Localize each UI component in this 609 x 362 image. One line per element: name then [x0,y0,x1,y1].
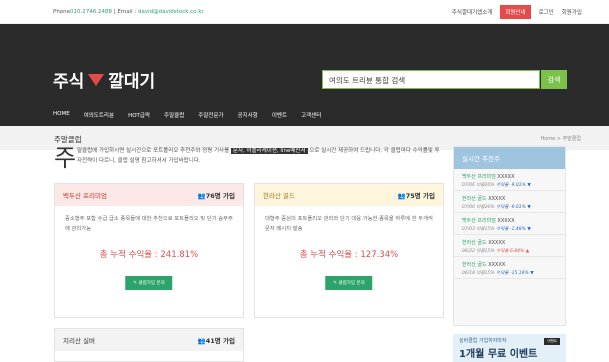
banner-subtitle: 실버클럽 가입하자마자 [459,338,507,344]
club-card-header: 백두산 프리미엄 👥76명 가입 [55,184,243,206]
top-bar: Phone010.2746.2488 | Email : david@david… [0,0,609,24]
nav-weekend-club[interactable]: 주말클럽 [164,111,184,119]
club-card-header: 한라산 골드 👥75명 가입 [255,184,443,206]
item-date: 06/18 비중15% [462,271,495,276]
members-icon: 👥 [197,337,206,345]
banner-title: 1개월 무료 이벤트 [459,349,538,360]
arrow-up-icon: ▲ [525,249,530,254]
item-date: 07/06 비중20% [462,183,495,188]
link-member-guide[interactable]: 회원안내 [500,5,531,19]
intro-body: 말클럽에 가입하시면 실시간으로 포트폴리오 추천주와 정평 기사를 문자, 어… [77,146,442,166]
member-count-text: 41명 가입 [205,337,235,345]
search-input[interactable]: 여의도 트리뷴 통합 검색 [322,70,540,89]
club-name: 백두산 프리미엄 [63,192,107,200]
member-count-text: 76명 가입 [205,192,235,200]
item-rate: 수익율 6.84% [496,249,525,254]
intro-highlight: 문자, 어플리케이션, line메신저 [230,148,308,154]
panel-title: 실시간 추천주 [454,147,565,169]
nav-experts[interactable]: 주말전문가 [198,111,223,119]
nav-support[interactable]: 고객센터 [301,111,321,119]
contact-info: Phone010.2746.2488 | Email : david@david… [53,9,204,15]
item-date: 07/06 비중20% [462,205,495,210]
club-card-hallasan: 한라산 골드 👥75명 가입 대형주 중심의 포트폴리오 관리와 단기 대응 가… [254,183,444,318]
member-count-text: 75명 가입 [405,192,435,200]
member-count: 👥76명 가입 [198,190,235,200]
item-club: 한라산 골드 [462,262,487,268]
item-rate: 수익율 -1.48% [496,227,526,232]
phone-number[interactable]: 010.2746.2488 [70,9,112,15]
item-stock: XXXXX [497,174,515,180]
member-count: 👥75명 가입 [398,190,435,200]
link-app-intro[interactable]: 주식깔대기앱소개 [452,8,492,16]
arrow-down-icon: ▼ [527,227,531,232]
arrow-down-icon: ▼ [527,183,531,188]
club-card-jirisan: 지리산 실버 👥41명 가입 [54,328,244,362]
item-stock: XXXXX [488,262,506,268]
club-description: 대형주 중심의 포트폴리오 관리와 단기 대응 가능한 종목을 하루에 한 두개… [265,216,433,232]
member-count: 👥41명 가입 [198,335,235,345]
link-signup[interactable]: 회원가입 [562,8,582,16]
realtime-recommend-panel: 실시간 추천주 백두산 프리미엄 XXXXX 07/06 비중20% 수익율 -… [453,146,566,326]
club-profit: 총 누적 수익율 : 127.34% [299,250,399,260]
recommend-item[interactable]: 백두산 프리미엄 XXXXX 07/06 비중20% 수익율 -9.01% ▼ [454,169,565,191]
join-club-button[interactable]: ✎ 클럽가입 문의 [125,276,173,290]
recommend-item[interactable]: 한라산 골드 XXXXX 06/22 비중15% 수익율 6.84% ▲ [454,235,565,257]
recommend-item[interactable]: 한라산 골드 XXXXX 06/18 비중15% 수익율 -15.19% ▼ [454,257,565,279]
intro-text-before: 말클럽에 가입하시면 실시간으로 포트폴리오 추천주와 정평 기사를 [77,148,231,154]
logo-text-left: 주식 [53,72,85,92]
item-date: 06/22 비중15% [462,249,495,254]
item-stock: XXXXX [497,218,515,224]
site-logo[interactable]: 주식 깔대기 [53,67,155,92]
item-club: 한라산 골드 [462,196,487,202]
link-login[interactable]: 로그인 [539,8,554,16]
club-card-header: 지리산 실버 👥41명 가입 [55,329,243,351]
event-banner[interactable]: 실버클럽 가입하자마자 1개월 무료 이벤트 이벤트 [453,334,566,362]
header: 주식 깔대기 여의도 트리뷴 통합 검색 검색 HOME 여의도트리뷴 HOT급… [0,24,609,126]
nav-tribune[interactable]: 여의도트리뷴 [84,111,114,119]
item-rate: 수익율 -9.01% [496,183,526,188]
intro-initial: 주 [54,144,77,172]
nav-hot[interactable]: HOT급락 [128,111,150,119]
item-club: 한라산 골드 [462,240,487,246]
top-links: 주식깔대기앱소개 회원안내 로그인 회원가입 [452,5,582,19]
nav-notice[interactable]: 공지사항 [238,111,258,119]
main-nav: HOME 여의도트리뷴 HOT급락 주말클럽 주말전문가 공지사항 이벤트 고객… [53,111,321,119]
item-stock: XXXXX [488,196,506,202]
join-club-button[interactable]: ✎ 클럽가입 문의 [325,276,373,290]
arrow-down-icon: ▼ [530,271,534,276]
item-stock: XXXXX [488,240,506,246]
banner-tag: 이벤트 [544,338,560,345]
item-date: 07/03 비중15% [462,227,495,232]
members-icon: 👥 [397,192,406,200]
email-label: Email [117,9,133,15]
club-name: 한라산 골드 [263,192,295,200]
recommend-item[interactable]: 백두산 프리미엄 XXXXX 07/03 비중15% 수익율 -1.48% ▼ [454,213,565,235]
join-club-button-label: 클럽가입 문의 [138,281,165,286]
club-description: 중소형주 포함 수급 급소 종목들에 대한 추천으로 포트폴리오 및 단기 승부… [65,216,233,232]
arrow-down-icon: ▼ [527,205,531,210]
club-name: 지리산 실버 [63,337,95,345]
members-icon: 👥 [197,192,206,200]
logo-text-right: 깔대기 [108,72,156,92]
breadcrumb[interactable]: Home > 주말클럽 [540,135,581,142]
recommend-item[interactable]: 한라산 골드 XXXXX 07/06 비중20% 수익율 -9.01% ▼ [454,191,565,213]
nav-event[interactable]: 이벤트 [272,111,287,119]
item-rate: 수익율 -9.01% [496,205,526,210]
logo-triangle-icon [88,73,105,86]
phone-label: Phone [53,9,71,15]
item-rate: 수익율 -15.19% [496,271,529,276]
club-card-baekdusan: 백두산 프리미엄 👥76명 가입 중소형주 포함 수급 급소 종목들에 대한 추… [54,183,244,318]
join-club-button-label: 클럽가입 문의 [338,281,365,286]
email-address[interactable]: david@davidstock.co.kr [138,9,204,15]
item-club: 백두산 프리미엄 [462,218,496,224]
club-profit: 총 누적 수익율 : 241.81% [99,250,199,260]
search-button[interactable]: 검색 [541,70,567,89]
nav-home[interactable]: HOME [53,111,70,119]
item-club: 백두산 프리미엄 [462,174,496,180]
